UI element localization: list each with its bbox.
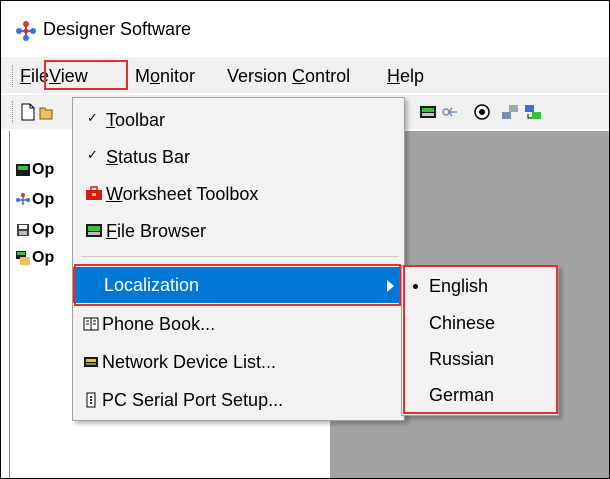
file-browser-icon xyxy=(86,224,102,237)
disconnect-icon[interactable] xyxy=(441,103,459,121)
window-title: Designer Software xyxy=(43,19,192,39)
tree-item[interactable]: Op xyxy=(16,249,54,267)
upload-icon[interactable] xyxy=(501,103,519,121)
submenu-highlight-box xyxy=(403,265,558,414)
tree-item[interactable]: Op xyxy=(16,161,54,179)
menu-item-network-device-list[interactable]: Network Device List... xyxy=(73,344,404,380)
menu-help[interactable]: Help xyxy=(387,65,424,87)
menu-version-control[interactable]: Version Control xyxy=(227,65,350,87)
tree-item[interactable]: Op xyxy=(16,191,54,209)
menu-item-status-bar[interactable]: ✓ Status Bar xyxy=(73,139,404,175)
toolbox-icon xyxy=(86,186,102,200)
module-toolbar-icon[interactable] xyxy=(419,103,437,121)
menu-item-phone-book[interactable]: Phone Book... xyxy=(73,306,404,342)
device-icon xyxy=(16,250,30,265)
network-device-icon xyxy=(84,357,98,367)
app-window: Designer Software File View Monitor Vers… xyxy=(0,0,610,479)
disk-icon xyxy=(17,223,29,236)
menu-monitor[interactable]: Monitor xyxy=(135,65,195,87)
title-bar: Designer Software xyxy=(1,1,609,56)
new-file-icon[interactable] xyxy=(20,103,36,121)
download-icon[interactable] xyxy=(524,103,542,121)
serial-port-icon xyxy=(86,392,96,408)
checkmark-icon: ✓ xyxy=(87,147,98,162)
network-icon xyxy=(16,192,30,205)
view-menu-dropdown: ✓ Toolbar ✓ Status Bar Worksheet Toolbox… xyxy=(72,97,405,421)
menu-item-file-browser[interactable]: File Browser xyxy=(73,213,404,249)
open-folder-icon[interactable] xyxy=(39,103,53,121)
phone-book-icon xyxy=(83,317,99,331)
app-logo-icon xyxy=(16,21,36,41)
checkmark-icon: ✓ xyxy=(87,110,98,125)
tree-item[interactable]: Op xyxy=(16,221,54,239)
menu-item-toolbar[interactable]: ✓ Toolbar xyxy=(73,102,404,138)
menubar-grip[interactable] xyxy=(12,65,16,87)
monitor-eye-icon[interactable] xyxy=(473,103,491,121)
localization-highlight-box xyxy=(74,264,401,306)
toolbar-grip[interactable] xyxy=(12,101,16,123)
menu-separator xyxy=(81,256,399,257)
menu-item-pc-serial-port-setup[interactable]: PC Serial Port Setup... xyxy=(73,382,404,418)
menu-bar: File View Monitor Version Control Help xyxy=(1,57,609,93)
menu-item-worksheet-toolbox[interactable]: Worksheet Toolbox xyxy=(73,176,404,212)
view-menu-highlight-box xyxy=(44,60,128,90)
module-icon xyxy=(16,163,30,176)
